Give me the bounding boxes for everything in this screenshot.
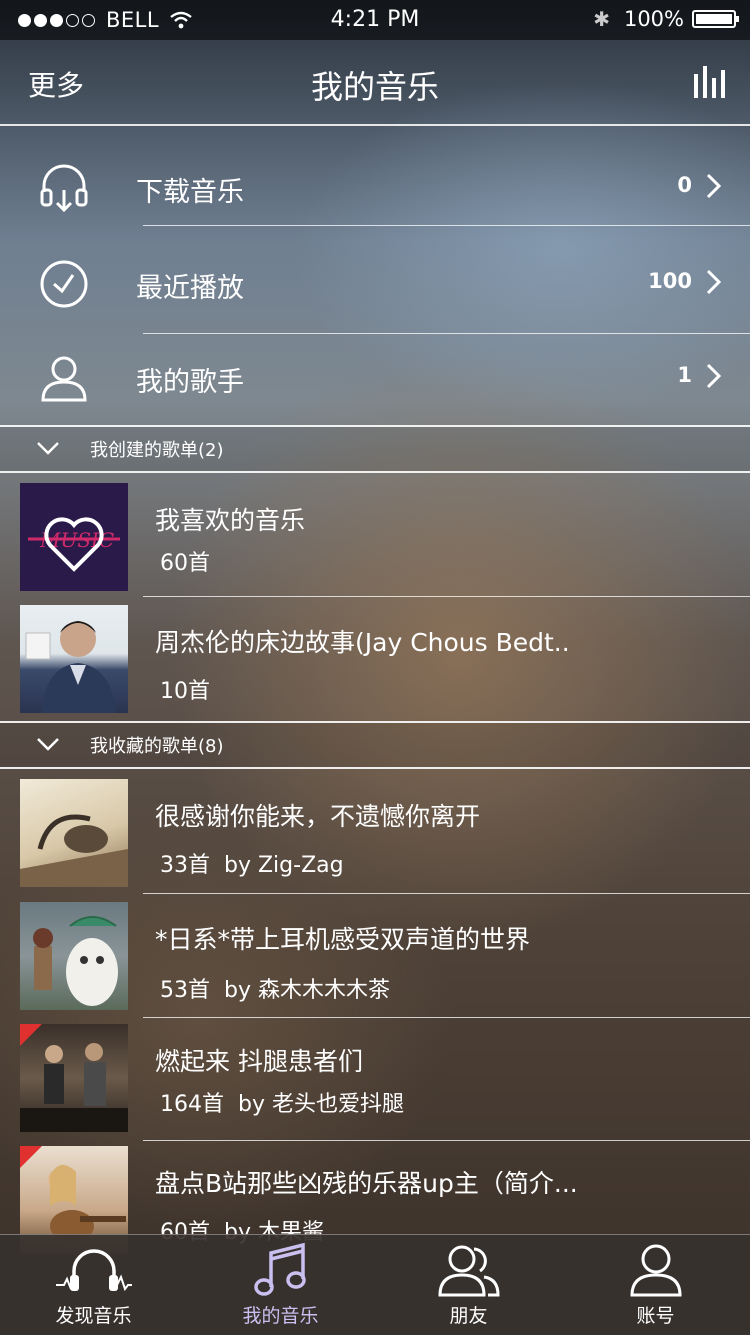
- clock-icon: [40, 260, 88, 308]
- playlist-item-liked[interactable]: MUSIC 我喜欢的音乐 60首: [0, 475, 750, 593]
- playlist-item[interactable]: *日系*带上耳机感受双声道的世界 53首 by 森木木木木茶: [0, 894, 750, 1012]
- music-note-icon: [253, 1242, 306, 1296]
- menu-item-count: 0: [677, 173, 692, 197]
- chevron-right-icon: [706, 363, 722, 389]
- navigation-bar: 更多 我的音乐: [0, 40, 750, 126]
- playlist-track-count: 53首: [160, 978, 210, 1003]
- tab-discover-music[interactable]: 发现音乐: [0, 1235, 187, 1335]
- playlist-meta: 164首 by 老头也爱抖腿: [160, 1086, 404, 1118]
- menu-item-downloads[interactable]: 下载音乐 0: [0, 140, 750, 236]
- heart-music-cover-icon: MUSIC: [20, 483, 128, 591]
- tab-label: 朋友: [449, 1305, 488, 1327]
- playlist-name: 很感谢你能来，不遗憾你离开: [155, 802, 481, 831]
- dancers-cover-icon: [20, 1024, 128, 1132]
- playlist-cover-image: MUSIC: [20, 483, 128, 591]
- playlist-item-jay-chou[interactable]: 周杰伦的床边故事(Jay Chous Bedt.. 10首: [0, 597, 750, 715]
- menu-item-label: 我的歌手: [136, 367, 244, 398]
- tab-friends[interactable]: 朋友: [375, 1235, 562, 1335]
- new-badge-icon: [20, 1024, 42, 1046]
- headphones-download-icon: [40, 164, 88, 213]
- account-icon: [629, 1244, 682, 1297]
- playlist-name: 燃起来 抖腿患者们: [155, 1047, 363, 1076]
- section-title: 我创建的歌单(2): [90, 440, 224, 461]
- chevron-down-icon: [37, 442, 59, 455]
- menu-item-count: 100: [648, 269, 692, 293]
- chevron-right-icon: [706, 173, 722, 199]
- bottom-tab-bar: 发现音乐 我的音乐 朋友 账号: [0, 1234, 750, 1335]
- new-badge-icon: [20, 1146, 42, 1168]
- now-playing-equalizer-icon[interactable]: [692, 64, 728, 100]
- playlist-creator: by 老头也爱抖腿: [238, 1092, 404, 1117]
- playlist-name: *日系*带上耳机感受双声道的世界: [155, 925, 531, 954]
- status-bar: BELL 4:21 PM ✱ 100%: [0, 0, 750, 40]
- playlist-name: 周杰伦的床边故事(Jay Chous Bedt..: [155, 628, 570, 657]
- menu-item-artists[interactable]: 我的歌手 1: [0, 330, 750, 426]
- tab-label: 我的音乐: [242, 1305, 319, 1327]
- menu-item-count: 1: [677, 363, 692, 387]
- chevron-down-icon: [37, 738, 59, 751]
- playlist-name: 我喜欢的音乐: [155, 506, 306, 535]
- portrait-cover-icon: [25, 621, 116, 713]
- playlist-meta: 33首 by Zig-Zag: [160, 847, 344, 879]
- more-button[interactable]: 更多: [28, 64, 84, 104]
- menu-item-label: 最近播放: [136, 273, 244, 304]
- battery-icon: [692, 10, 739, 28]
- playlist-meta: 53首 by 森木木木木茶: [160, 972, 390, 1004]
- playlist-track-count: 33首: [160, 853, 210, 878]
- tab-account[interactable]: 账号: [562, 1235, 749, 1335]
- bluetooth-icon: ✱: [593, 7, 610, 31]
- menu-item-label: 下载音乐: [136, 177, 244, 208]
- chevron-right-icon: [706, 269, 722, 295]
- section-header-collected-playlists[interactable]: 我收藏的歌单(8): [0, 721, 750, 769]
- user-icon: [41, 356, 87, 402]
- playlist-meta: 60首: [160, 545, 210, 577]
- tab-my-music[interactable]: 我的音乐: [187, 1235, 374, 1335]
- playlist-cover-image: [20, 779, 128, 887]
- playlist-item[interactable]: 很感谢你能来，不遗憾你离开 33首 by Zig-Zag: [0, 771, 750, 889]
- playlist-name: 盘点B站那些凶残的乐器up主（简介...: [155, 1169, 578, 1198]
- headphones-waveform-icon: [55, 1249, 132, 1292]
- section-title: 我收藏的歌单(8): [90, 736, 224, 757]
- tab-label: 账号: [636, 1305, 675, 1327]
- divider: [143, 225, 750, 226]
- playlist-item[interactable]: 燃起来 抖腿患者们 164首 by 老头也爱抖腿: [0, 1016, 750, 1134]
- friends-icon: [437, 1245, 500, 1297]
- playlist-cover-image: [20, 1024, 128, 1132]
- section-header-created-playlists[interactable]: 我创建的歌单(2): [0, 425, 750, 473]
- page-title: 我的音乐: [310, 68, 439, 106]
- playlist-track-count: 10首: [160, 679, 210, 704]
- playlist-meta: 10首: [160, 673, 210, 705]
- anime-cat-cover-icon: [33, 916, 118, 1006]
- playlist-track-count: 60首: [160, 551, 210, 576]
- playlist-creator: by Zig-Zag: [224, 853, 344, 878]
- tab-label: 发现音乐: [55, 1305, 132, 1327]
- battery-percentage: 100%: [623, 7, 684, 31]
- playlist-creator: by 森木木木木茶: [224, 978, 390, 1003]
- playlist-track-count: 164首: [160, 1092, 224, 1117]
- playlist-cover-image: [20, 605, 128, 713]
- headphones-photo-icon: [20, 814, 128, 887]
- menu-item-recent[interactable]: 最近播放 100: [0, 236, 750, 332]
- playlist-cover-image: [20, 902, 128, 1010]
